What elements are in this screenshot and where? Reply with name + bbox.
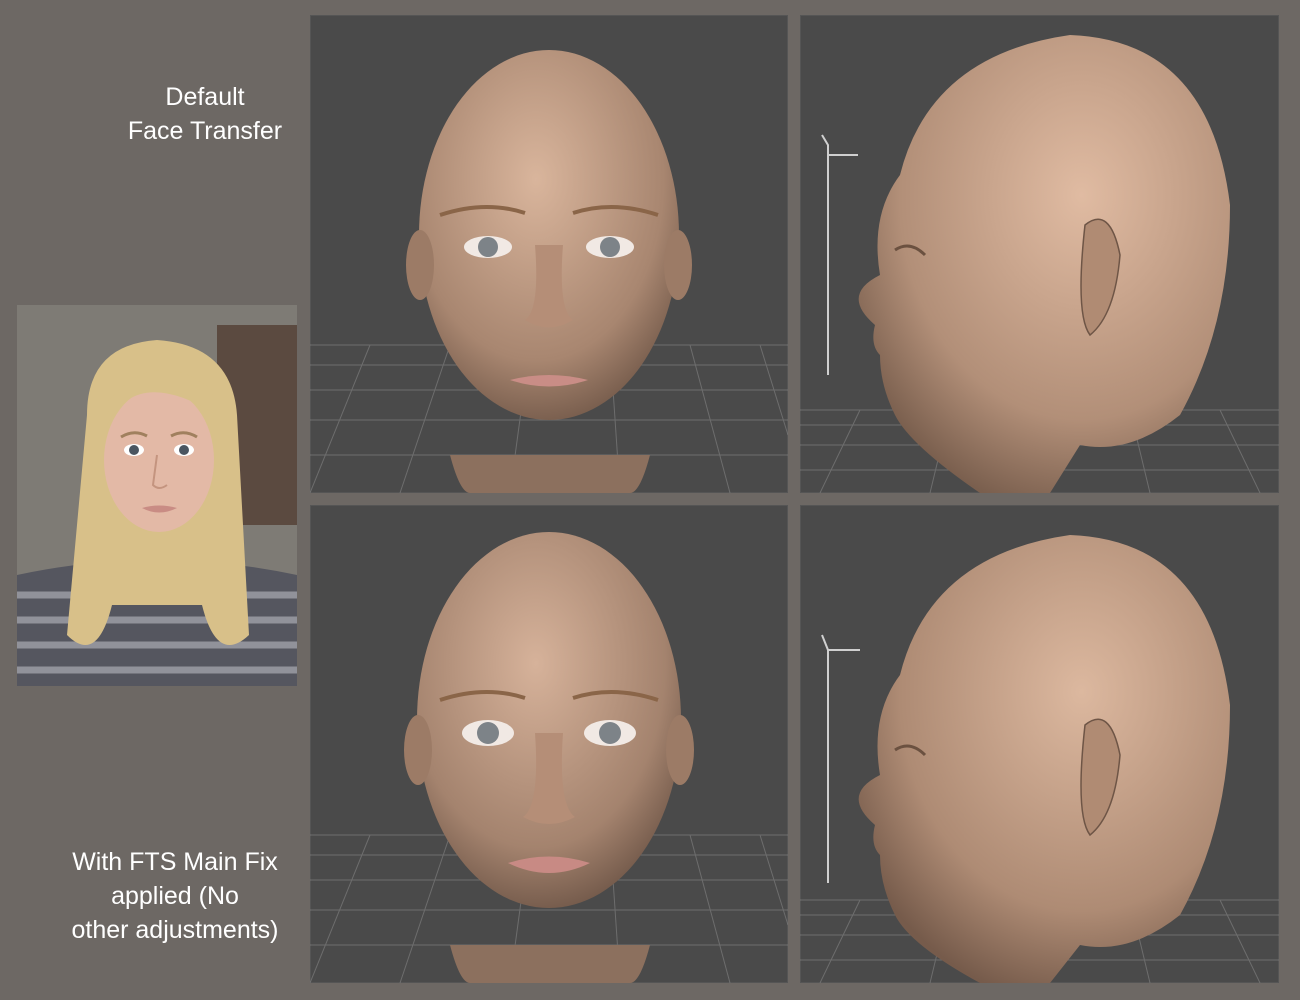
front-head-render (310, 50, 788, 493)
reference-photo (17, 305, 297, 686)
caption-line: other adjustments) (71, 916, 279, 944)
side-view-fts-fix (800, 505, 1279, 983)
caption-line: With FTS Main Fix (72, 848, 278, 876)
fts-main-fix-caption: With FTS Main Fix applied (No other adju… (30, 845, 320, 947)
front-view-fts-fix (310, 505, 788, 983)
default-face-transfer-caption: Default Face Transfer (100, 80, 310, 148)
front-view-default (310, 15, 788, 493)
reference-photo-image (17, 305, 297, 686)
caption-line: Default (165, 83, 245, 111)
side-head-render (800, 35, 1279, 493)
front-head-render (310, 532, 788, 983)
caption-line: Face Transfer (127, 117, 283, 145)
side-head-render (800, 535, 1279, 983)
caption-line: applied (No (111, 882, 239, 910)
side-view-default (800, 15, 1279, 493)
